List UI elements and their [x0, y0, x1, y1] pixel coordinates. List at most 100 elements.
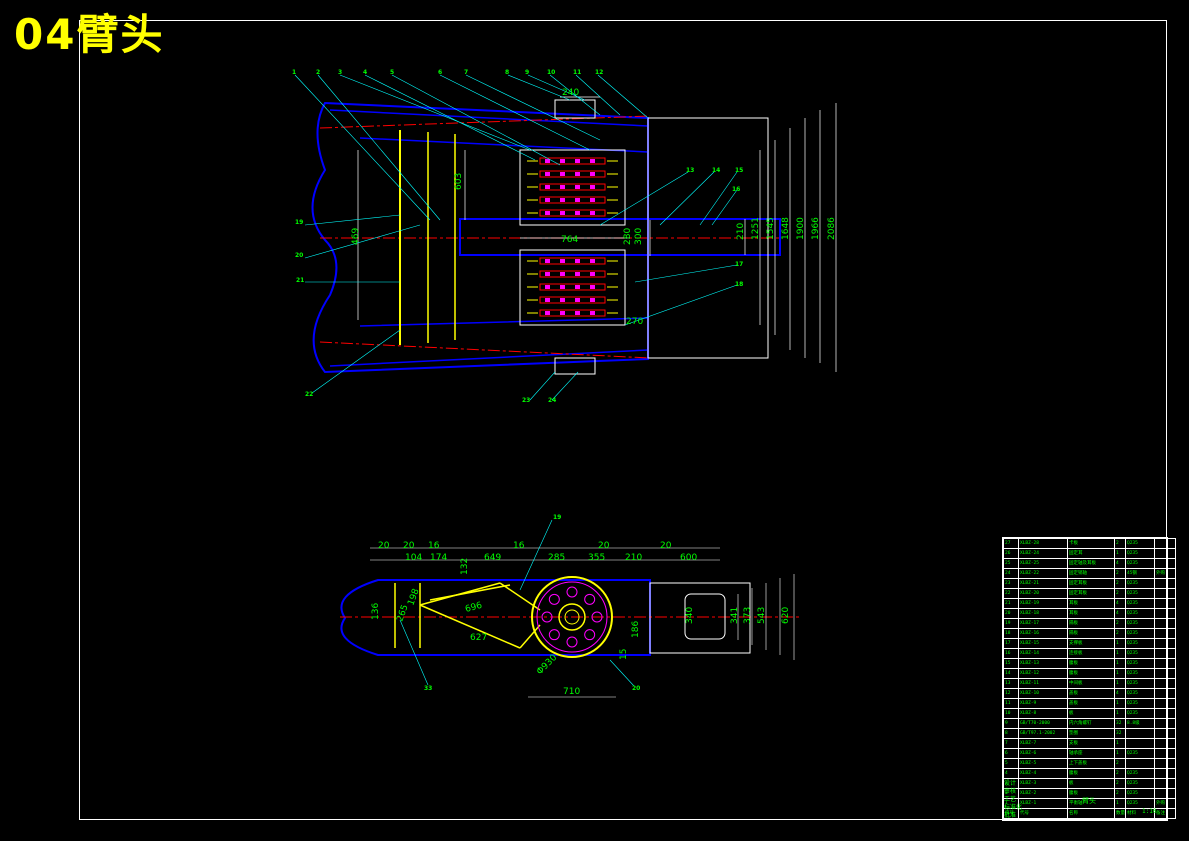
side-dim-right-620: 620	[781, 607, 791, 624]
side-dim-right-543: 543	[757, 607, 767, 624]
bom-cell: Q235	[1125, 708, 1155, 719]
bom-cell: XLBZ-13	[1018, 658, 1068, 669]
bom-cell: Q235	[1125, 548, 1155, 559]
balloon-side-16: 16	[732, 186, 740, 193]
bom-cell: 23	[1003, 578, 1019, 589]
side-dim-top-1: 20	[403, 541, 415, 551]
bom-cell: 1	[1114, 648, 1126, 659]
bom-cell: 14	[1003, 668, 1019, 679]
bom-cell: Q235	[1125, 618, 1155, 629]
bom-cell	[1154, 738, 1176, 749]
bom-row: 7 XLBZ-7 支板 1	[1003, 738, 1176, 749]
bom-cell: 1	[1114, 748, 1126, 759]
balloon-side-18: 18	[735, 281, 743, 288]
balloon-side-13: 13	[686, 167, 694, 174]
top-view: 240 764 280 300 469 603 270 210 1251 1545 1…	[292, 69, 837, 404]
side-dim-second-6: 600	[680, 553, 697, 563]
bom-row: 19 XLBZ-17 隔板 2 Q235	[1003, 618, 1176, 629]
bom-cell: 固定耳板	[1067, 588, 1115, 599]
title-block-label: 批准	[1004, 812, 1017, 819]
bom-row: 13 XLBZ-11 中间板 1 Q235	[1003, 678, 1176, 689]
bom-cell: Q235	[1125, 578, 1155, 589]
bom-cell: 17	[1003, 638, 1019, 649]
balloon-side-23: 23	[522, 397, 530, 404]
bom-cell: 1	[1114, 678, 1126, 689]
balloon-1: 1	[292, 69, 296, 76]
bom-cell: 1	[1114, 668, 1126, 679]
balloon-side-21: 21	[296, 277, 304, 284]
dim-603: 603	[454, 173, 464, 190]
bom-cell: Q235	[1125, 748, 1155, 759]
bom-cell: 8.8级	[1125, 718, 1155, 729]
bom-cell: XLBZ-15	[1018, 638, 1068, 649]
bom-cell	[1154, 718, 1176, 729]
bom-cell	[1154, 608, 1176, 619]
bom-cell: 45钢	[1125, 568, 1155, 579]
bom-row: 24 XLBZ-22 固定销轴 2 45钢 外购	[1003, 568, 1176, 579]
side-balloon-33: 33	[424, 685, 432, 692]
bom-cell	[1154, 588, 1176, 599]
bom-cell: 固定耳	[1067, 548, 1115, 559]
bom-cell: 6	[1003, 748, 1019, 759]
balloon-12: 12	[595, 69, 603, 76]
bom-cell: 隔板	[1067, 628, 1115, 639]
dim-132: 132	[460, 558, 470, 575]
bom-cell: 19	[1003, 618, 1019, 629]
bom-cell: 4	[1114, 688, 1126, 699]
side-dim-top-0: 20	[378, 541, 390, 551]
bom-cell: XLBZ-20	[1018, 588, 1068, 599]
bom-cell: Q235	[1125, 688, 1155, 699]
side-dim-top-3: 16	[513, 541, 525, 551]
bom-cell: 1	[1114, 658, 1126, 669]
bom-cell: 1	[1114, 698, 1126, 709]
bom-cell: 4	[1114, 558, 1126, 569]
dim-280: 280	[623, 228, 633, 245]
bom-cell: 垫圈	[1067, 728, 1115, 739]
balloon-side-17: 17	[735, 261, 743, 268]
bom-row: 21 XLBZ-19 耳板 4 Q235	[1003, 598, 1176, 609]
bom-cell: XLBZ-22	[1018, 568, 1068, 579]
bom-cell	[1154, 548, 1176, 559]
bom-cell: XLBZ-9	[1018, 698, 1068, 709]
bom-cell: 32	[1114, 718, 1126, 729]
bom-cell: Q235	[1125, 588, 1155, 599]
bom-cell: 卡板	[1067, 538, 1115, 549]
bom-cell: 32	[1114, 728, 1126, 739]
bom-cell	[1154, 598, 1176, 609]
bom-cell: 隔板	[1067, 618, 1115, 629]
bom-cell	[1154, 688, 1176, 699]
bom-cell: XLBZ-19	[1018, 598, 1068, 609]
bom-cell	[1154, 558, 1176, 569]
bom-row: 6 XLBZ-6 轴承座 1 Q235	[1003, 748, 1176, 759]
bom-row: 11 XLBZ-9 盖板 1 Q235	[1003, 698, 1176, 709]
bom-cell: XLBZ-24	[1018, 548, 1068, 559]
bom-cell: 盖板	[1067, 688, 1115, 699]
bom-cell: 上下盖板	[1067, 758, 1115, 769]
bom-cell: 2	[1114, 628, 1126, 639]
bom-cell: 11	[1003, 698, 1019, 709]
dim-300: 300	[634, 228, 644, 245]
bom-cell: 腹板	[1067, 658, 1115, 669]
dim-right-1251: 1251	[751, 217, 761, 240]
bom-row: 20 XLBZ-18 耳板 4 Q235	[1003, 608, 1176, 619]
side-dim-second-0: 104	[405, 553, 422, 563]
bom-cell: 2	[1114, 758, 1126, 769]
side-dim-right-340: 340	[685, 607, 695, 624]
bom-row: 15 XLBZ-13 腹板 1 Q235	[1003, 658, 1176, 669]
bom-cell: 轴承座	[1067, 748, 1115, 759]
bom-cell: 8	[1003, 728, 1019, 739]
bom-cell: 10	[1003, 708, 1019, 719]
bom-cell: Q235	[1125, 598, 1155, 609]
side-view: 20 20 16 16 20 20 104 174 649 285 355 210 600 340 34…	[340, 514, 800, 698]
bom-cell: 耳板	[1067, 598, 1115, 609]
bom-cell: Q235	[1125, 678, 1155, 689]
bom-cell: GB/T70-2000	[1018, 718, 1068, 729]
bom-cell: 22	[1003, 588, 1019, 599]
side-dim-second-2: 649	[484, 553, 501, 563]
bom-row: 23 XLBZ-21 固定耳板 2 Q235	[1003, 578, 1176, 589]
bom-row: 26 XLBZ-24 固定耳 1 Q235	[1003, 548, 1176, 559]
balloon-side-15: 15	[735, 167, 743, 174]
bom-row: 14 XLBZ-12 腹板 1 Q235	[1003, 668, 1176, 679]
dim-240: 240	[562, 88, 579, 98]
bom-cell: 1	[1114, 708, 1126, 719]
